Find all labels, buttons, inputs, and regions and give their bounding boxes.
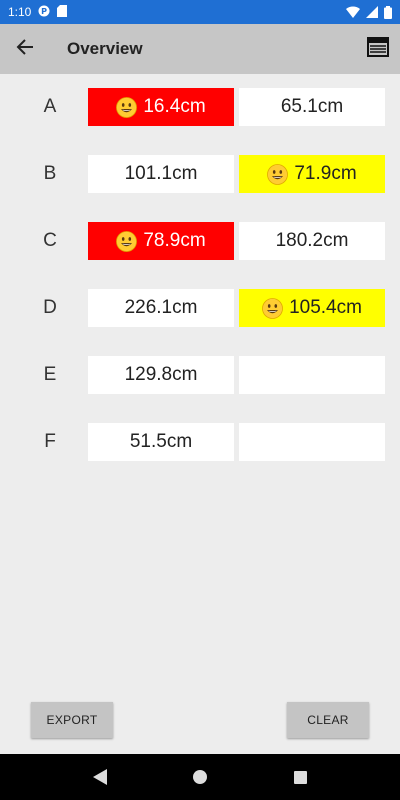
measurement-cell[interactable]: 105.4cm <box>239 289 385 327</box>
measurement-value: 180.2cm <box>275 230 349 251</box>
navigation-bar <box>0 754 400 800</box>
measurement-cell[interactable] <box>239 423 385 461</box>
table-row: E 129.8cm <box>0 356 400 394</box>
measurement-cell[interactable]: 226.1cm <box>88 289 234 327</box>
measurement-cell[interactable]: 180.2cm <box>239 222 385 260</box>
row-label: C <box>43 230 57 251</box>
app-bar: Overview <box>0 24 400 74</box>
measurement-cell[interactable]: 129.8cm <box>88 356 234 394</box>
table-row: B 101.1cm 71.9cm <box>0 155 400 193</box>
measurement-value: 105.4cm <box>289 297 362 318</box>
measurement-cell[interactable]: 51.5cm <box>88 423 234 461</box>
status-bar: 1:10 P <box>0 0 400 24</box>
table-row: C 78.9cm 180.2cm <box>0 222 400 260</box>
wifi-icon <box>346 6 360 18</box>
measurement-cell[interactable]: 16.4cm <box>88 88 234 126</box>
measurement-value: 65.1cm <box>280 96 344 117</box>
status-time: 1:10 <box>8 5 32 19</box>
svg-text:P: P <box>41 7 47 16</box>
row-label: D <box>43 297 57 318</box>
measurement-value: 78.9cm <box>143 230 206 251</box>
status-right <box>346 5 392 19</box>
measurement-cell[interactable]: 78.9cm <box>88 222 234 260</box>
table-row: F 51.5cm <box>0 423 400 461</box>
measurement-cell[interactable] <box>239 356 385 394</box>
calendar-view-icon <box>367 36 389 62</box>
measurement-cell[interactable]: 101.1cm <box>88 155 234 193</box>
table-row: D 226.1cm 105.4cm <box>0 289 400 327</box>
grinning-face-icon <box>116 96 138 118</box>
row-label: B <box>43 163 57 184</box>
grinning-face-icon <box>267 163 289 185</box>
row-label: A <box>43 96 57 117</box>
measurement-cell[interactable]: 65.1cm <box>239 88 385 126</box>
measurement-value: 51.5cm <box>129 431 193 452</box>
measurement-value: 129.8cm <box>124 364 198 385</box>
arrow-back-icon <box>16 38 34 60</box>
row-label: F <box>44 431 56 452</box>
row-label: E <box>43 364 57 385</box>
table-row: A 16.4cm 65.1cm <box>0 88 400 126</box>
measurement-value: 16.4cm <box>143 96 206 117</box>
calendar-view-button[interactable] <box>366 37 390 61</box>
page-title: Overview <box>67 39 143 58</box>
signal-icon <box>366 6 378 18</box>
measurement-cell[interactable]: 71.9cm <box>239 155 385 193</box>
measurement-value: 101.1cm <box>124 163 198 184</box>
measurement-value: 71.9cm <box>294 163 357 184</box>
nav-back-button[interactable] <box>93 769 108 785</box>
sd-card-icon <box>57 4 68 20</box>
clear-button[interactable]: CLEAR <box>287 702 369 738</box>
grinning-face-icon <box>262 297 283 319</box>
app-notification-icon: P <box>38 5 50 20</box>
battery-icon <box>384 5 392 19</box>
export-button[interactable]: EXPORT <box>31 702 113 738</box>
nav-home-button[interactable] <box>193 770 208 784</box>
status-left: 1:10 P <box>8 4 68 20</box>
back-button[interactable] <box>0 24 50 74</box>
nav-recents-button[interactable] <box>293 770 307 784</box>
grinning-face-icon <box>116 230 138 252</box>
measurement-value: 226.1cm <box>124 297 198 318</box>
